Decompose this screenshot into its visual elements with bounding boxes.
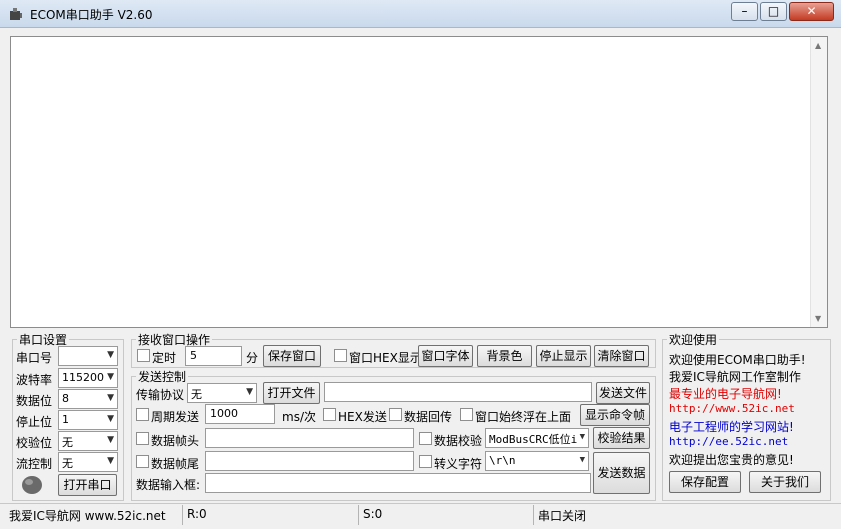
period-send-checkbox[interactable] [136,408,149,421]
file-path-input[interactable] [324,382,592,402]
protocol-select[interactable]: 无 ▼ [187,383,257,403]
baud-label: 波特率 [16,373,53,387]
clear-window-button[interactable]: 清除窗口 [594,345,649,367]
chevron-down-icon: ▼ [107,393,114,403]
chevron-down-icon: ▼ [579,455,585,465]
window-font-button[interactable]: 窗口字体 [418,345,473,367]
frame-tail-label: 数据帧尾 [151,457,200,471]
welcome-legend: 欢迎使用 [669,333,718,347]
timer-input[interactable]: 5 [185,346,242,366]
flow-label: 流控制 [16,457,53,471]
about-us-button[interactable]: 关于我们 [749,471,821,493]
send-data-button[interactable]: 发送数据 [593,452,650,494]
timer-checkbox[interactable] [137,349,150,362]
open-file-button[interactable]: 打开文件 [263,382,320,404]
status-divider [182,505,183,525]
welcome-line-2: 我爱IC导航网工作室制作 [669,370,801,384]
chevron-down-icon: ▼ [107,414,114,424]
site-link-1[interactable]: http://www.52ic.net [669,402,795,415]
always-on-top-checkbox[interactable] [460,408,473,421]
echo-label: 数据回传 [404,410,453,424]
chevron-down-icon: ▼ [107,350,114,360]
timer-label: 定时 [152,351,177,365]
site-link-2[interactable]: http://ee.52ic.net [669,435,788,448]
status-site: 我爱IC导航网 www.52ic.net [9,509,166,523]
frame-head-label: 数据帧头 [151,434,200,448]
stop-display-button[interactable]: 停止显示 [536,345,591,367]
period-input[interactable]: 1000 [205,404,275,424]
hex-display-checkbox[interactable] [334,349,347,362]
data-check-checkbox[interactable] [419,432,432,445]
data-input[interactable] [205,473,591,493]
background-color-button[interactable]: 背景色 [477,345,532,367]
maximize-button[interactable]: □ [760,2,787,21]
always-on-top-label: 窗口始终浮在上面 [475,410,572,424]
flow-select[interactable]: 无 ▼ [58,452,118,472]
welcome-line-1: 欢迎使用ECOM串口助手! [669,353,806,367]
echo-checkbox[interactable] [389,408,402,421]
chevron-down-icon: ▼ [579,432,585,442]
title-bar: ECOM串口助手 V2.60 – □ ✕ [0,0,841,28]
hex-send-checkbox[interactable] [323,408,336,421]
port-label: 串口号 [16,351,53,365]
chevron-down-icon: ▼ [107,372,114,382]
check-result-button[interactable]: 校验结果 [593,427,650,449]
scroll-up-icon[interactable]: ▲ [815,41,821,50]
receive-scrollbar[interactable]: ▲ ▼ [810,37,827,327]
minimize-button[interactable]: – [731,2,758,21]
parity-label: 校验位 [16,436,53,450]
stopbits-select[interactable]: 1 ▼ [58,410,118,430]
send-control-legend: 发送控制 [138,370,187,384]
port-select[interactable]: ▼ [58,346,118,366]
chevron-down-icon: ▼ [107,456,114,466]
data-check-label: 数据校验 [434,434,483,448]
receive-textarea[interactable]: ▲ ▼ [10,36,828,328]
open-port-button[interactable]: 打开串口 [58,474,117,496]
period-unit: ms/次 [282,410,316,424]
welcome-line-7: 欢迎提出您宝贵的意见! [669,453,794,467]
escape-checkbox[interactable] [419,455,432,468]
save-window-button[interactable]: 保存窗口 [263,345,321,367]
show-frame-button[interactable]: 显示命令帧 [580,404,650,426]
parity-select[interactable]: 无 ▼ [58,431,118,451]
data-input-label: 数据输入框: [136,478,201,492]
baud-select[interactable]: 115200 ▼ [58,368,118,388]
welcome-line-3: 最专业的电子导航网! [669,387,782,401]
frame-tail-input[interactable] [205,451,414,471]
escape-label: 转义字符 [434,457,483,471]
app-icon [10,8,22,20]
hex-display-label: 窗口HEX显示 [349,351,422,365]
status-tx-count: S:0 [363,507,383,521]
databits-label: 数据位 [16,394,53,408]
port-status-icon [22,476,42,494]
timer-unit: 分 [246,351,259,365]
frame-head-checkbox[interactable] [136,432,149,445]
chevron-down-icon: ▼ [246,387,253,397]
databits-select[interactable]: 8 ▼ [58,389,118,409]
close-button[interactable]: ✕ [789,2,834,21]
chevron-down-icon: ▼ [107,435,114,445]
hex-send-label: HEX发送 [338,410,387,424]
status-divider [358,505,359,525]
status-divider [533,505,534,525]
stopbits-label: 停止位 [16,415,53,429]
frame-tail-checkbox[interactable] [136,455,149,468]
status-rx-count: R:0 [187,507,207,521]
period-send-label: 周期发送 [151,410,200,424]
send-file-button[interactable]: 发送文件 [596,382,650,404]
check-type-select[interactable]: ModBusCRC低位i ▼ [485,428,589,448]
scroll-down-icon[interactable]: ▼ [815,314,821,323]
frame-head-input[interactable] [205,428,414,448]
protocol-label: 传输协议 [136,388,185,402]
status-port-state: 串口关闭 [538,509,587,523]
save-config-button[interactable]: 保存配置 [669,471,741,493]
escape-select[interactable]: \r\n ▼ [485,451,589,471]
window-title: ECOM串口助手 V2.60 [30,8,153,22]
welcome-line-5: 电子工程师的学习网站! [669,420,794,434]
